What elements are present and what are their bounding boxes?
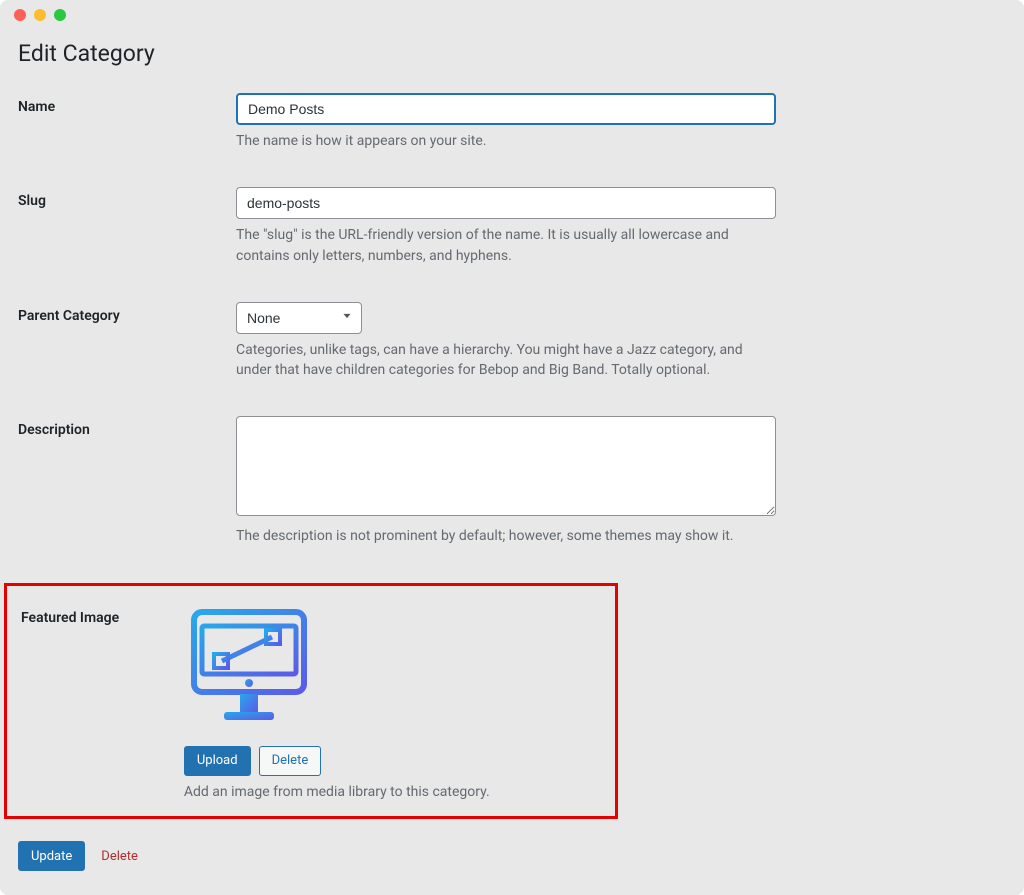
parent-help: Categories, unlike tags, can have a hier…	[236, 340, 776, 381]
featured-image-label: Featured Image	[21, 604, 184, 626]
slug-input[interactable]	[236, 187, 776, 219]
field-row-featured-image: Featured Image	[21, 604, 615, 802]
parent-field-wrap: None Categories, unlike tags, can have a…	[236, 302, 776, 381]
description-textarea[interactable]	[236, 416, 776, 516]
monitor-design-icon	[184, 604, 314, 734]
field-row-parent: Parent Category None Categories, unlike …	[18, 302, 1006, 381]
delete-link[interactable]: Delete	[101, 849, 138, 864]
page-actions: Update Delete	[18, 841, 1006, 871]
window-maximize-icon[interactable]	[54, 9, 66, 21]
featured-image-highlight: Featured Image	[4, 583, 618, 819]
field-row-slug: Slug The "slug" is the URL-friendly vers…	[18, 187, 1006, 266]
parent-select[interactable]: None	[236, 302, 362, 334]
window-minimize-icon[interactable]	[34, 9, 46, 21]
parent-label: Parent Category	[18, 302, 236, 324]
featured-image-delete-button[interactable]: Delete	[259, 746, 322, 776]
featured-image-buttons: Upload Delete	[184, 746, 615, 776]
featured-image-preview	[184, 604, 314, 734]
featured-image-field-wrap: Upload Delete Add an image from media li…	[184, 604, 615, 802]
slug-label: Slug	[18, 187, 236, 209]
name-field-wrap: The name is how it appears on your site.	[236, 93, 776, 151]
page-title: Edit Category	[18, 40, 1006, 67]
parent-select-wrap: None	[236, 302, 362, 334]
upload-button[interactable]: Upload	[184, 746, 251, 776]
name-help: The name is how it appears on your site.	[236, 131, 776, 151]
description-field-wrap: The description is not prominent by defa…	[236, 416, 776, 546]
description-help: The description is not prominent by defa…	[236, 526, 776, 546]
field-row-name: Name The name is how it appears on your …	[18, 93, 1006, 151]
description-label: Description	[18, 416, 236, 438]
browser-window: Edit Category Name The name is how it ap…	[0, 0, 1024, 895]
name-label: Name	[18, 93, 236, 115]
page-content: Edit Category Name The name is how it ap…	[0, 30, 1024, 871]
field-row-description: Description The description is not promi…	[18, 416, 1006, 546]
featured-image-help: Add an image from media library to this …	[184, 782, 615, 802]
slug-field-wrap: The "slug" is the URL-friendly version o…	[236, 187, 776, 266]
window-close-icon[interactable]	[14, 9, 26, 21]
slug-help: The "slug" is the URL-friendly version o…	[236, 225, 776, 266]
update-button[interactable]: Update	[18, 841, 85, 871]
name-input[interactable]	[236, 93, 776, 125]
window-title-bar	[0, 0, 1024, 30]
